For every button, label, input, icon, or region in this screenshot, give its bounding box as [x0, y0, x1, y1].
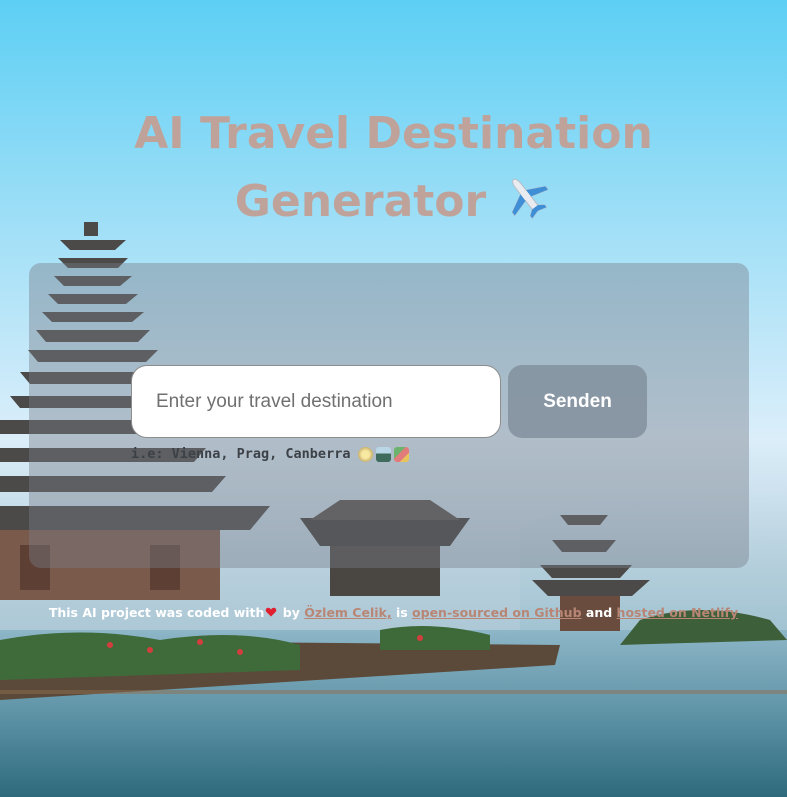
title-line-2: Generator [0, 168, 787, 236]
footer: This AI project was coded with by Özlem … [0, 605, 787, 620]
title-line-1: AI Travel Destination [134, 108, 653, 159]
submit-button[interactable]: Senden [508, 365, 647, 438]
mountain-icon [376, 446, 392, 462]
footer-text-before: This AI project was coded with [48, 605, 265, 620]
title-line-2-text: Generator [234, 176, 487, 227]
heart-icon [265, 606, 277, 618]
compass-icon [358, 446, 374, 462]
destination-input[interactable] [131, 365, 501, 438]
github-link[interactable]: open-sourced on Github [412, 605, 581, 620]
input-hint: i.e: Vienna, Prag, Canberra [131, 446, 410, 462]
hint-icons [358, 446, 410, 462]
author-link[interactable]: Özlem Celik, [304, 605, 391, 620]
footer-and: and [585, 605, 613, 620]
hint-text: i.e: Vienna, Prag, Canberra [131, 446, 351, 462]
map-icon [394, 446, 410, 462]
footer-is: is [395, 605, 408, 620]
footer-by: by [282, 605, 300, 620]
airplane-icon [502, 172, 552, 222]
netlify-link[interactable]: hosted on Netlify [617, 605, 739, 620]
page-title: AI Travel Destination Generator [0, 100, 787, 236]
